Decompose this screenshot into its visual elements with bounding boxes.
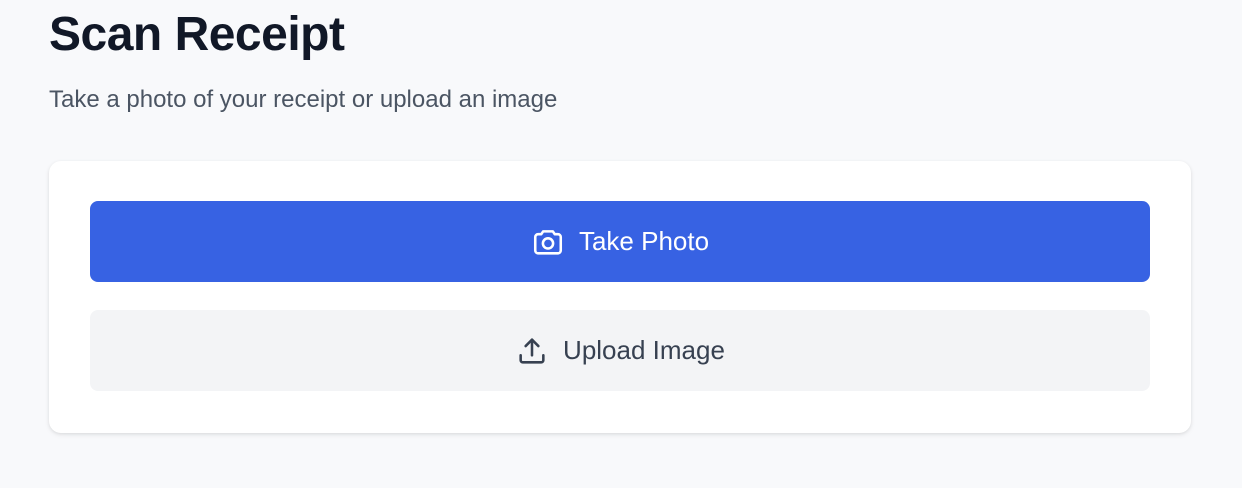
take-photo-button[interactable]: Take Photo	[90, 201, 1150, 282]
page-title: Scan Receipt	[49, 8, 345, 61]
upload-image-label: Upload Image	[563, 335, 725, 365]
camera-icon	[531, 225, 565, 259]
upload-icon	[515, 334, 549, 368]
page-subtitle: Take a photo of your receipt or upload a…	[49, 86, 558, 113]
take-photo-label: Take Photo	[578, 226, 710, 256]
scan-options-card: Take Photo Upload Image	[49, 161, 1191, 433]
upload-image-button[interactable]: Upload Image	[90, 310, 1150, 391]
